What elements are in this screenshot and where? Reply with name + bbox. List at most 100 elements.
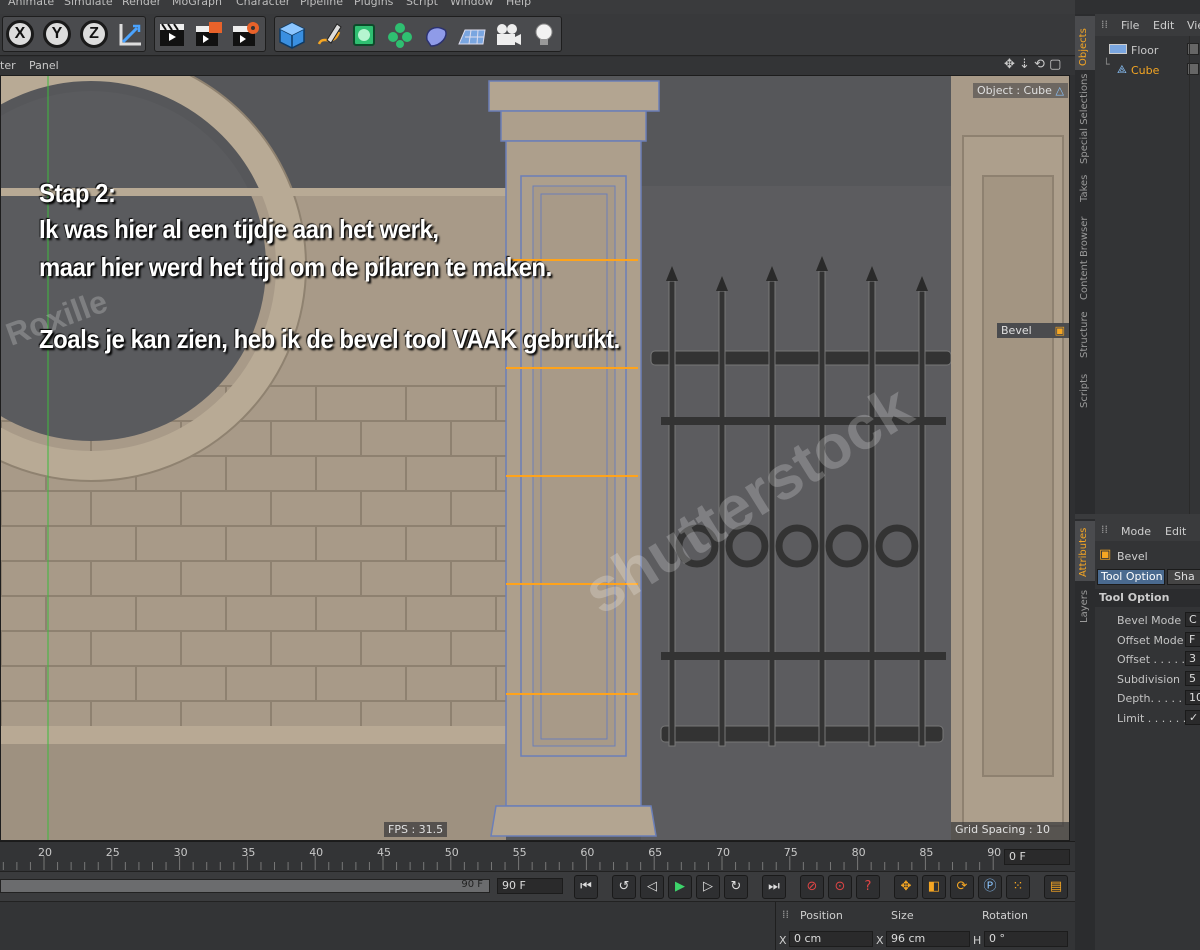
x-axis-lock-button[interactable]: X <box>6 20 34 48</box>
coordinate-system-button[interactable] <box>115 20 145 50</box>
tab-objects[interactable]: Objects <box>1075 16 1095 70</box>
next-key-button[interactable]: ↻ <box>724 875 748 899</box>
generator-button[interactable] <box>349 20 379 50</box>
key-rotation-button[interactable]: ⟳ <box>950 875 974 899</box>
record-keys-button[interactable]: ⊘ <box>800 875 824 899</box>
tab-structure[interactable]: Structure <box>1075 306 1095 362</box>
y-axis-lock-button[interactable]: Y <box>43 20 71 48</box>
tab-scripts[interactable]: Scripts <box>1075 366 1095 410</box>
tab-special-selections[interactable]: Special Selections <box>1075 72 1095 168</box>
position-x-field[interactable]: 0 cm <box>789 931 873 947</box>
timeline-ruler[interactable]: 20 25 30 35 40 45 50 55 60 65 70 75 80 85 90 0 F <box>0 841 1075 871</box>
object-row-cube[interactable]: └ ⟁ Cube <box>1095 58 1200 80</box>
rotation-h-field[interactable]: 0 ° <box>984 931 1068 947</box>
next-frame-button[interactable]: ▷ <box>696 875 720 899</box>
attribute-manager: ⁞⁞ Mode Edit ▣ Bevel Tool Option Sha Too… <box>1095 519 1200 950</box>
parameter-p-icon: Ⓟ <box>983 879 997 894</box>
3d-viewport[interactable]: shutterstock Roxille Stap 2: Ik was hier… <box>0 75 1070 841</box>
cube-object-button[interactable] <box>277 20 307 50</box>
menu-window[interactable]: Window <box>450 0 493 8</box>
om-menu-edit[interactable]: Edit <box>1153 19 1174 32</box>
key-pla-button[interactable]: ⁙ <box>1006 875 1030 899</box>
timeline-tick-label: 60 <box>580 846 595 859</box>
coord-header-size: Size <box>891 909 914 922</box>
key-position-button[interactable]: ✥ <box>894 875 918 899</box>
timeline-window-button[interactable]: ▤ <box>1044 875 1068 899</box>
render-view-button[interactable] <box>157 20 187 50</box>
attribute-value-field[interactable]: ✓ <box>1185 709 1200 725</box>
viewport-header: ter Panel ✥ ⇣ ⟲ ▢ <box>0 57 1075 75</box>
deformer-button[interactable] <box>421 20 451 50</box>
tab-takes[interactable]: Takes <box>1075 170 1095 206</box>
render-settings-button[interactable] <box>230 20 260 50</box>
prev-key-button[interactable]: ↺ <box>612 875 636 899</box>
floor-icon <box>1109 44 1127 54</box>
key-help-button[interactable]: ? <box>856 875 880 899</box>
bevel-tool-icon: ▣ <box>1099 547 1112 562</box>
timeline-tick-label: 25 <box>105 846 120 859</box>
autokey-button[interactable]: ⊙ <box>828 875 852 899</box>
camera-button[interactable] <box>493 20 523 50</box>
attribute-value-field[interactable]: 5 <box>1185 670 1200 686</box>
object-manager-tabs: Objects Special Selections Takes Content… <box>1075 14 1095 514</box>
viewport-menu-filter[interactable]: ter <box>0 59 16 72</box>
tab-shape[interactable]: Sha <box>1167 569 1200 585</box>
spline-pen-button[interactable] <box>313 20 343 50</box>
light-button[interactable] <box>529 20 559 50</box>
object-label-text: Object : Cube <box>977 84 1052 97</box>
tab-layers[interactable]: Layers <box>1075 585 1095 625</box>
goto-start-button[interactable]: ⏮ <box>574 875 598 899</box>
end-frame-field[interactable]: 90 F <box>497 878 563 894</box>
pen-icon <box>317 23 342 45</box>
timeline-tick-label: 40 <box>309 846 324 859</box>
floor-environment-button[interactable] <box>457 20 487 50</box>
goto-end-button[interactable]: ⏭ <box>762 875 786 899</box>
menu-mograph[interactable]: MoGraph <box>172 0 222 8</box>
right-dock: Objects Special Selections Takes Content… <box>1075 14 1200 950</box>
menu-animate[interactable]: Animate <box>8 0 54 8</box>
am-menu-mode[interactable]: Mode <box>1121 525 1151 538</box>
tab-content-browser[interactable]: Content Browser <box>1075 210 1095 302</box>
am-menu-edit[interactable]: Edit <box>1165 525 1186 538</box>
active-tool-name: Bevel <box>1117 550 1148 563</box>
menu-plugins[interactable]: Plugins <box>354 0 393 8</box>
tab-attributes[interactable]: Attributes <box>1075 521 1095 581</box>
key-parameter-button[interactable]: Ⓟ <box>978 875 1002 899</box>
attribute-value-field[interactable]: 10 <box>1185 690 1200 705</box>
subdivision-icon <box>353 24 375 46</box>
menu-character[interactable]: Character <box>236 0 290 8</box>
tab-special-selections-label: Special Selections <box>1079 73 1090 164</box>
attribute-value-field[interactable]: F <box>1185 631 1200 647</box>
current-frame-field[interactable]: 0 F <box>1004 849 1070 865</box>
mograph-cloner-button[interactable] <box>385 20 415 50</box>
menu-simulate[interactable]: Simulate <box>64 0 113 8</box>
attribute-label: Depth. . . . . . <box>1117 692 1189 705</box>
menu-pipeline[interactable]: Pipeline <box>300 0 343 8</box>
size-x-field[interactable]: 96 cm <box>886 931 970 947</box>
frame-range-slider[interactable]: 90 F <box>0 879 490 893</box>
viewport-menu-panel[interactable]: Panel <box>29 59 59 72</box>
attribute-label: Bevel Mode <box>1117 614 1182 627</box>
timeline-tick-label: 70 <box>716 846 730 859</box>
menu-help[interactable]: Help <box>506 0 531 8</box>
key-scale-button[interactable]: ◧ <box>922 875 946 899</box>
object-row-floor[interactable]: Floor <box>1095 40 1200 60</box>
bevel-tool-hud: Bevel ▣ <box>997 323 1069 338</box>
om-menu-view[interactable]: Vie <box>1187 19 1200 32</box>
attribute-value-field[interactable]: C <box>1185 612 1200 627</box>
camera-icon <box>497 24 521 45</box>
z-axis-lock-button[interactable]: Z <box>80 20 108 48</box>
tab-tool-option[interactable]: Tool Option <box>1097 569 1165 585</box>
viewport-nav-icons[interactable]: ✥ ⇣ ⟲ ▢ <box>1004 57 1061 72</box>
attribute-row: Offset Mode F <box>1095 631 1200 649</box>
timeline-tick-label: 55 <box>512 846 527 859</box>
prev-frame-button[interactable]: ◁ <box>640 875 664 899</box>
skip-end-icon: ⏭ <box>768 879 780 894</box>
om-menu-file[interactable]: File <box>1121 19 1139 32</box>
attribute-value-field[interactable]: 3 <box>1185 651 1200 666</box>
render-picture-viewer-button[interactable] <box>193 20 223 50</box>
menu-render[interactable]: Render <box>122 0 161 8</box>
menu-script[interactable]: Script <box>406 0 438 8</box>
play-button[interactable]: ▶ <box>668 875 692 899</box>
grip-icon: ⁞⁞ <box>782 908 789 921</box>
